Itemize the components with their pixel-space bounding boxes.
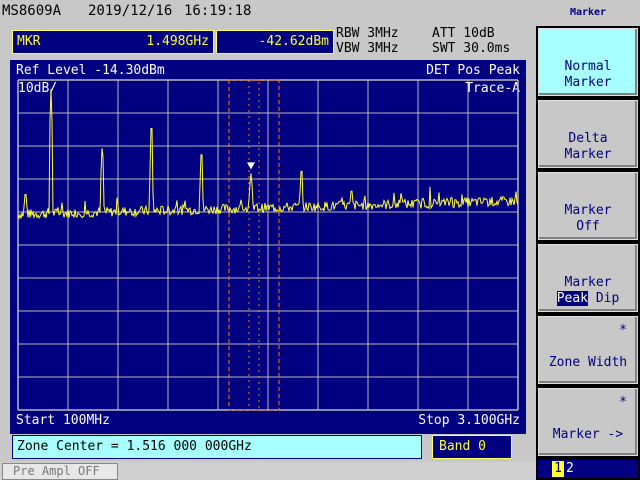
softkey-panel: Marker Normal Marker Delta Marker Marker… bbox=[536, 0, 640, 480]
model-name: MS8609A bbox=[2, 3, 62, 19]
softkey-label: Marker bbox=[564, 275, 612, 290]
marker-label: MKR bbox=[17, 34, 41, 49]
softkey-label: Marker bbox=[564, 203, 612, 218]
peak-selected: Peak bbox=[556, 291, 588, 306]
menu-title-text: Marker bbox=[569, 7, 607, 18]
submenu-icon: * bbox=[619, 395, 627, 410]
rbw-text: RBW 3MHz bbox=[336, 26, 399, 41]
softkey-label: Marker bbox=[564, 147, 612, 162]
softkey-label: Zone Width bbox=[548, 355, 628, 370]
preampl-text: Pre Ampl OFF bbox=[13, 464, 100, 478]
stop-frequency: Stop 3.100GHz bbox=[418, 413, 520, 428]
page-indicator: 1 2 bbox=[538, 460, 638, 478]
marker-triangle-icon[interactable] bbox=[247, 162, 255, 170]
softkey-label: Off bbox=[576, 219, 600, 234]
swt-text: SWT 30.0ms bbox=[432, 41, 511, 56]
att-text: ATT 10dB bbox=[432, 26, 495, 41]
info-bar: MKR 1.498GHz -42.62dBm RBW 3MHz VBW 3MHz… bbox=[0, 26, 536, 60]
start-frequency: Start 100MHz bbox=[16, 413, 110, 428]
softkey-label: Delta bbox=[568, 131, 608, 146]
marker-off-button[interactable]: Marker Off bbox=[538, 172, 638, 240]
date-text: 2019/12/16 bbox=[88, 3, 173, 19]
delta-marker-button[interactable]: Delta Marker bbox=[538, 100, 638, 168]
page-2-indicator[interactable]: 2 bbox=[566, 461, 574, 476]
peak-dip-button[interactable]: Marker Peak Dip bbox=[538, 244, 638, 312]
page-1-indicator[interactable]: 1 bbox=[552, 461, 564, 477]
softkey-menu-title: Marker bbox=[536, 0, 640, 26]
marker-to-button[interactable]: * Marker -> bbox=[538, 388, 638, 456]
vbw-text: VBW 3MHz bbox=[336, 41, 399, 56]
status-bar: Pre Ampl OFF bbox=[0, 462, 536, 480]
submenu-icon: * bbox=[619, 323, 627, 338]
band-text: Band 0 bbox=[439, 439, 486, 454]
softkey-label: Marker -> bbox=[552, 427, 624, 442]
zone-center-text: Zone Center = 1.516 000 000GHz bbox=[17, 439, 252, 454]
normal-marker-button[interactable]: Normal Marker bbox=[538, 28, 638, 96]
marker-level-box: -42.62dBm bbox=[216, 30, 334, 54]
spectrum-plot bbox=[17, 79, 519, 411]
softkey-label: Marker bbox=[564, 75, 612, 90]
peak-dip-toggle: Peak Dip bbox=[539, 291, 637, 306]
preampl-indicator: Pre Ampl OFF bbox=[2, 463, 118, 480]
zone-center-field[interactable]: Zone Center = 1.516 000 000GHz bbox=[12, 435, 422, 459]
zone-bar: Zone Center = 1.516 000 000GHz Band 0 bbox=[0, 434, 536, 460]
marker-level: -42.62dBm bbox=[258, 34, 329, 49]
title-bar: MS8609A 2019/12/16 16:19:18 bbox=[0, 0, 536, 26]
zone-width-button[interactable]: * Zone Width bbox=[538, 316, 638, 384]
dip-option: Dip bbox=[588, 291, 620, 306]
band-indicator: Band 0 bbox=[432, 435, 512, 459]
spectrum-display: Ref Level -14.30dBm DET Pos Peak 10dB/ T… bbox=[10, 60, 526, 434]
time-text: 16:19:18 bbox=[184, 3, 252, 19]
softkey-label: Normal bbox=[564, 59, 612, 74]
graticule bbox=[17, 79, 519, 411]
marker-frequency: 1.498GHz bbox=[146, 34, 209, 49]
marker-frequency-box: MKR 1.498GHz bbox=[12, 30, 214, 54]
